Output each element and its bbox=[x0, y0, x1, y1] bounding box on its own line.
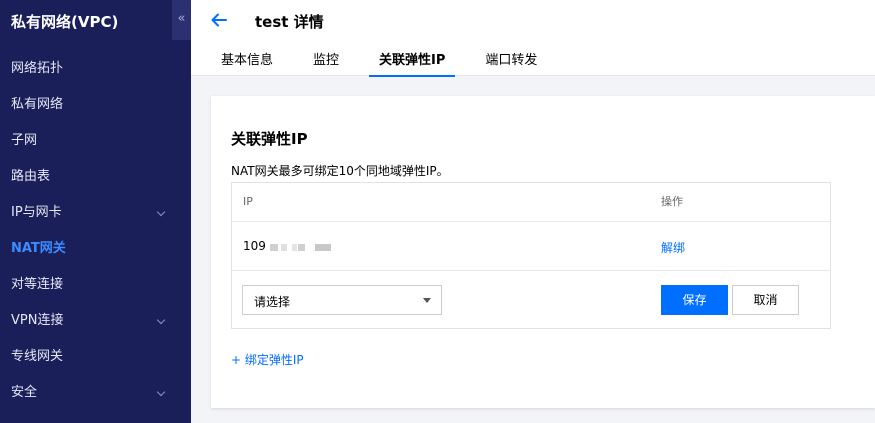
bind-eip-link[interactable]: + 绑定弹性IP bbox=[231, 351, 304, 368]
ip-address: 109 bbox=[243, 239, 266, 253]
sidebar-item-label: VPN连接 bbox=[11, 313, 64, 328]
redaction-mask bbox=[270, 244, 278, 251]
page-title: test 详情 bbox=[255, 13, 324, 31]
caret-down-icon bbox=[423, 298, 431, 303]
redaction-mask bbox=[292, 244, 297, 251]
sidebar-header: 私有网络(VPC) « bbox=[0, 0, 191, 40]
sidebar-item-subnet[interactable]: 子网 bbox=[0, 123, 191, 159]
sidebar-item-peering[interactable]: 对等连接 bbox=[0, 267, 191, 303]
column-header-ip: IP bbox=[243, 195, 253, 208]
card-description: NAT网关最多可绑定10个同地域弹性IP。 bbox=[231, 164, 449, 178]
sidebar-item-route-table[interactable]: 路由表 bbox=[0, 159, 191, 195]
tab-monitoring[interactable]: 监控 bbox=[303, 46, 349, 76]
sidebar-item-nat-gateway[interactable]: NAT网关 bbox=[0, 231, 191, 267]
chevron-down-icon bbox=[156, 315, 166, 325]
chevron-down-icon bbox=[156, 207, 166, 217]
column-header-action: 操作 bbox=[661, 195, 683, 208]
sidebar-item-security[interactable]: 安全 bbox=[0, 375, 191, 411]
save-button[interactable]: 保存 bbox=[661, 285, 728, 315]
sidebar-item-ip-nic[interactable]: IP与网卡 bbox=[0, 195, 191, 231]
page-header: test 详情 基本信息 监控 关联弹性IP 端口转发 bbox=[191, 0, 875, 77]
eip-card: 关联弹性IP NAT网关最多可绑定10个同地域弹性IP。 IP 操作 109 解… bbox=[211, 96, 875, 408]
back-arrow-icon[interactable] bbox=[209, 10, 229, 30]
cancel-button[interactable]: 取消 bbox=[732, 285, 799, 315]
redaction-mask bbox=[315, 244, 331, 251]
sidebar-title: 私有网络(VPC) bbox=[11, 13, 119, 31]
select-placeholder: 请选择 bbox=[254, 295, 291, 309]
sidebar-item-label: IP与网卡 bbox=[11, 205, 62, 220]
table-header: IP 操作 bbox=[232, 183, 830, 222]
sidebar-item-vpc[interactable]: 私有网络 bbox=[0, 87, 191, 123]
table-row: 109 解绑 bbox=[232, 222, 830, 271]
eip-select[interactable]: 请选择 bbox=[242, 285, 442, 315]
collapse-sidebar-icon[interactable]: « bbox=[172, 0, 191, 40]
eip-table: IP 操作 109 解绑 请选择 保存 取消 bbox=[231, 182, 831, 329]
tab-bar: 基本信息 监控 关联弹性IP 端口转发 bbox=[211, 46, 567, 77]
sidebar-item-vpn[interactable]: VPN连接 bbox=[0, 303, 191, 339]
tab-associated-eip[interactable]: 关联弹性IP bbox=[369, 46, 456, 77]
sidebar-item-label: 安全 bbox=[11, 385, 38, 400]
sidebar-item-direct-connect[interactable]: 专线网关 bbox=[0, 339, 191, 375]
card-title: 关联弹性IP bbox=[231, 130, 308, 148]
sidebar: 私有网络(VPC) « 网络拓扑 私有网络 子网 路由表 IP与网卡 NAT网关… bbox=[0, 0, 191, 423]
tab-basic-info[interactable]: 基本信息 bbox=[211, 46, 283, 76]
sidebar-item-topology[interactable]: 网络拓扑 bbox=[0, 51, 191, 87]
redaction-mask bbox=[281, 244, 287, 251]
redaction-mask bbox=[298, 244, 305, 251]
tab-port-forwarding[interactable]: 端口转发 bbox=[475, 46, 547, 76]
chevron-down-icon bbox=[156, 387, 166, 397]
sidebar-nav: 网络拓扑 私有网络 子网 路由表 IP与网卡 NAT网关 对等连接 VPN连接 … bbox=[0, 51, 191, 411]
unbind-link[interactable]: 解绑 bbox=[661, 239, 685, 256]
table-edit-row: 请选择 保存 取消 bbox=[232, 271, 830, 329]
